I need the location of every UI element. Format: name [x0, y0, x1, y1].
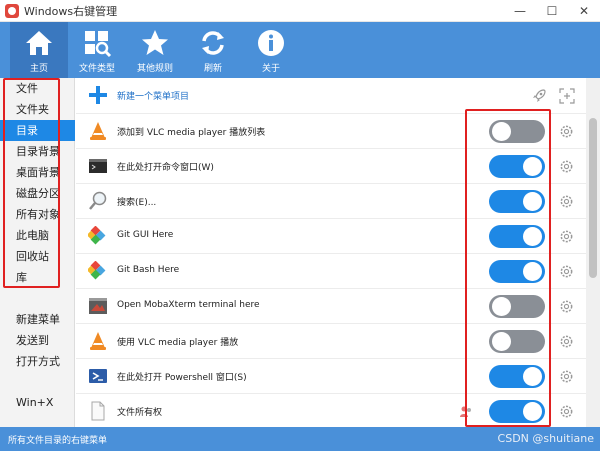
minimize-button[interactable]: —: [504, 0, 536, 22]
mobaxterm-icon: [89, 298, 107, 314]
title-bar: Windows右键管理 — ☐ ✕: [0, 0, 600, 22]
watermark: CSDN @shuitiane: [497, 432, 594, 445]
new-menu-item-label[interactable]: 新建一个菜单项目: [117, 89, 189, 102]
git-icon: [88, 226, 106, 245]
vlc-icon: [90, 122, 106, 140]
sidebar-item-new-menu[interactable]: 新建菜单: [0, 309, 75, 330]
sidebar-item-send-to[interactable]: 发送到: [0, 330, 75, 351]
gear-icon[interactable]: [559, 369, 574, 384]
gear-icon[interactable]: [559, 124, 574, 139]
tool-file-types[interactable]: 文件类型: [68, 22, 126, 78]
gear-icon[interactable]: [559, 229, 574, 244]
tool-label: 主页: [29, 64, 48, 74]
tool-other-rules[interactable]: 其他规则: [126, 22, 184, 78]
list-item-label: 在此处打开 Powershell 窗口(S): [117, 373, 247, 383]
tool-label: 关于: [261, 64, 280, 74]
tool-label: 刷新: [203, 64, 222, 74]
sidebar: 文件 文件夹 目录 目录背景 桌面背景 磁盘分区 所有对象 此电脑 回收站 库 …: [0, 78, 75, 427]
window-title: Windows右键管理: [24, 4, 118, 18]
document-icon: [91, 401, 105, 421]
star-icon: [142, 30, 168, 55]
vlc-icon: [90, 332, 106, 350]
list-item-label: 文件所有权: [117, 408, 163, 418]
file-types-icon: [85, 31, 112, 58]
sidebar-highlight-box: [3, 78, 60, 288]
list-item-label: Git GUI Here: [117, 230, 174, 240]
status-text: 所有文件目录的右键菜单: [8, 436, 108, 446]
gear-icon[interactable]: [559, 159, 574, 174]
gear-icon[interactable]: [559, 194, 574, 209]
status-bar: 所有文件目录的右键菜单 CSDN @shuitiane: [0, 427, 600, 451]
window-controls: — ☐ ✕: [504, 0, 600, 22]
search-icon: [89, 191, 107, 210]
list-item-label: 搜索(E)...: [117, 198, 157, 208]
close-button[interactable]: ✕: [568, 0, 600, 22]
sidebar-item-win-x[interactable]: Win+X: [0, 392, 75, 413]
refresh-icon: [202, 31, 224, 55]
gear-icon[interactable]: [559, 404, 574, 419]
scrollbar-thumb[interactable]: [589, 118, 597, 278]
app-icon: [5, 3, 19, 18]
tool-refresh[interactable]: 刷新: [184, 22, 242, 78]
maximize-button[interactable]: ☐: [536, 0, 568, 22]
tool-about[interactable]: 关于: [242, 22, 300, 78]
rocket-icon[interactable]: [531, 88, 547, 104]
gear-icon[interactable]: [559, 299, 574, 314]
list-item-label: 在此处打开命令窗口(W): [117, 163, 214, 173]
tool-home[interactable]: 主页: [10, 22, 68, 78]
plus-icon: [89, 86, 107, 104]
gear-icon[interactable]: [559, 264, 574, 279]
info-icon: [258, 30, 284, 56]
gear-icon[interactable]: [559, 334, 574, 349]
toggle-highlight-box: [465, 109, 551, 427]
list-item-label: Git Bash Here: [117, 265, 180, 275]
home-icon: [26, 31, 52, 55]
sidebar-item-open-with[interactable]: 打开方式: [0, 351, 75, 372]
vertical-scrollbar[interactable]: [586, 78, 600, 427]
crosshair-icon[interactable]: [559, 88, 575, 104]
cmd-icon: [89, 159, 107, 173]
list-item-label: Open MobaXterm terminal here: [117, 300, 260, 310]
git-icon: [88, 261, 106, 280]
list-item-label: 添加到 VLC media player 播放列表: [117, 128, 266, 138]
tool-label: 其他规则: [136, 64, 173, 74]
list-item-label: 使用 VLC media player 播放: [117, 338, 239, 348]
toolbar: 主页 文件类型 其他规则 刷新 关于: [0, 22, 600, 78]
tool-label: 文件类型: [78, 64, 115, 74]
powershell-icon: [89, 369, 107, 383]
